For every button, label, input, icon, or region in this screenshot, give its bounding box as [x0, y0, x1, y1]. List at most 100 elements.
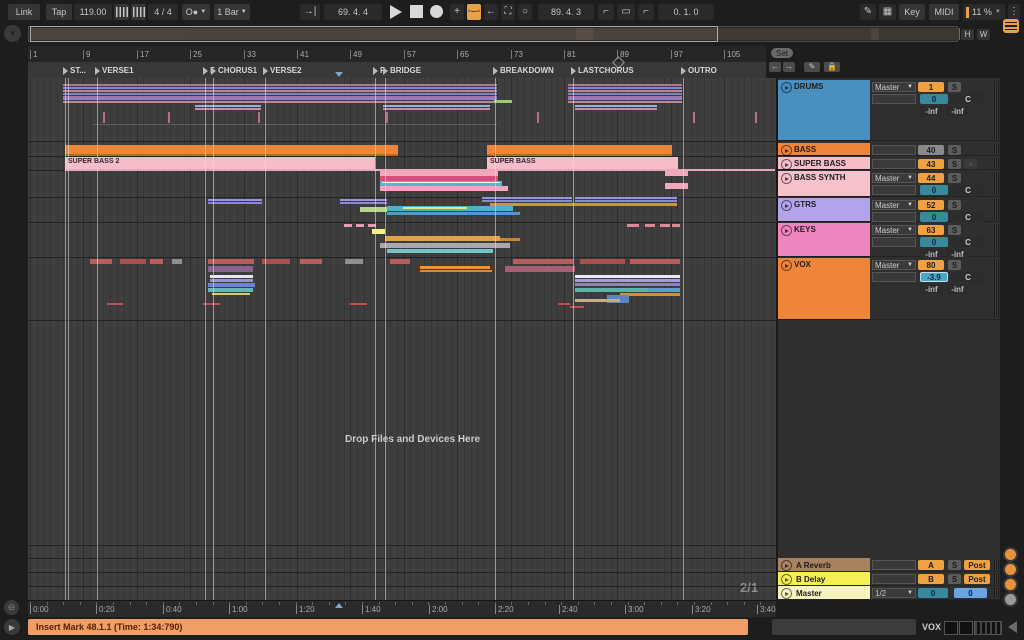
fit-width-button[interactable]: W: [977, 29, 990, 40]
prev-locator-button[interactable]: ←: [769, 62, 781, 72]
arm-button[interactable]: ◦: [964, 159, 977, 169]
time-ruler[interactable]: 0:000:200:401:001:201:402:002:202:403:00…: [28, 600, 776, 617]
clip[interactable]: [208, 202, 262, 204]
beat-time-ruler[interactable]: 191725334149576573818997105: [28, 46, 776, 63]
stop-button[interactable]: [410, 5, 423, 18]
clip[interactable]: [344, 224, 352, 227]
clip[interactable]: [340, 199, 387, 201]
clip[interactable]: [568, 84, 682, 86]
clip[interactable]: [107, 303, 123, 305]
pre-post-toggle[interactable]: Post: [964, 574, 990, 584]
pre-post-toggle[interactable]: Post: [964, 560, 990, 570]
clip[interactable]: [120, 259, 146, 264]
input-routing-empty[interactable]: [872, 212, 916, 222]
clip[interactable]: [63, 93, 497, 95]
track-name-cell[interactable]: A Reverb: [778, 558, 870, 571]
clip[interactable]: [390, 259, 410, 264]
clip[interactable]: [93, 124, 497, 125]
clip[interactable]: [262, 259, 290, 264]
session-record-icon[interactable]: ○: [518, 4, 532, 20]
clip[interactable]: [645, 224, 655, 227]
clip[interactable]: [387, 212, 520, 215]
set-locator-button[interactable]: Set: [771, 48, 793, 58]
nudge-down-icon[interactable]: [114, 4, 129, 20]
track-activator-icon[interactable]: [781, 560, 792, 571]
clip[interactable]: [575, 108, 657, 110]
clip[interactable]: [420, 270, 492, 272]
pan-c-field[interactable]: C: [951, 272, 985, 282]
send-a-field[interactable]: -inf: [920, 284, 943, 294]
capture-midi-icon[interactable]: ⛶: [501, 4, 515, 20]
clip[interactable]: [665, 171, 688, 176]
clip[interactable]: [63, 101, 497, 103]
track-activator-icon[interactable]: [781, 588, 792, 599]
record-button[interactable]: [430, 5, 443, 18]
clip[interactable]: [65, 145, 398, 154]
link-button[interactable]: Link: [8, 4, 40, 20]
clip[interactable]: [340, 202, 387, 204]
clip[interactable]: [168, 112, 170, 123]
locator-flag[interactable]: ST...: [63, 64, 86, 77]
clip[interactable]: [537, 112, 539, 123]
output-routing-select[interactable]: Master▼: [872, 200, 916, 210]
volume-field[interactable]: 44: [918, 173, 944, 183]
clip[interactable]: [575, 275, 680, 278]
pan-c-field[interactable]: C: [951, 185, 985, 195]
clip[interactable]: [575, 283, 680, 286]
clip[interactable]: [575, 288, 650, 292]
clip[interactable]: [63, 84, 497, 86]
pan-field[interactable]: 0: [920, 212, 948, 222]
clip[interactable]: [300, 259, 322, 264]
clip[interactable]: [360, 207, 387, 212]
solo-button[interactable]: S: [948, 225, 961, 235]
time-ruler-gutter-icon[interactable]: ⊖: [4, 600, 19, 615]
clip[interactable]: [420, 266, 490, 269]
pan-field[interactable]: 0: [920, 94, 948, 104]
clip[interactable]: [356, 224, 364, 227]
pan-c-field[interactable]: C: [951, 237, 985, 247]
output-routing-select[interactable]: 1/2▼: [872, 588, 916, 598]
track-name-cell[interactable]: B Delay: [778, 572, 870, 585]
send-b-field[interactable]: -inf: [946, 106, 969, 116]
clip[interactable]: [103, 112, 105, 123]
output-routing-empty[interactable]: [872, 574, 916, 584]
volume-field[interactable]: 63: [918, 225, 944, 235]
clip[interactable]: [63, 98, 497, 100]
play-button[interactable]: [390, 5, 402, 19]
track-name-cell[interactable]: KEYS: [778, 223, 870, 257]
clip[interactable]: [258, 112, 260, 123]
clip[interactable]: [208, 288, 253, 292]
track-activator-icon[interactable]: [781, 260, 792, 271]
output-routing-select[interactable]: Master▼: [872, 225, 916, 235]
clip[interactable]: [568, 101, 682, 103]
nudge-up-icon[interactable]: [131, 4, 146, 20]
reenable-automation-icon[interactable]: ←: [484, 4, 498, 20]
input-routing-empty[interactable]: [872, 94, 916, 104]
loop-length-field[interactable]: 0. 1. 0: [658, 4, 714, 20]
locator-flag[interactable]: OUTRO: [681, 64, 717, 77]
midi-overdub-icon[interactable]: +: [450, 4, 464, 20]
clip[interactable]: [558, 303, 570, 305]
volume-field[interactable]: 40: [918, 145, 944, 155]
locator-flag[interactable]: LASTCHORUS: [571, 64, 634, 77]
clip[interactable]: [568, 98, 682, 100]
overview-viewport[interactable]: [30, 26, 718, 42]
clip[interactable]: [620, 293, 680, 296]
track-name-cell[interactable]: VOX: [778, 258, 870, 320]
clip[interactable]: [630, 259, 680, 264]
output-routing-select[interactable]: Master▼: [872, 260, 916, 270]
clip[interactable]: [208, 266, 253, 272]
output-routing-empty[interactable]: [872, 159, 916, 169]
fit-height-button[interactable]: H: [961, 29, 974, 40]
send-b-field[interactable]: -inf: [946, 284, 969, 294]
clip[interactable]: [345, 259, 363, 264]
clip[interactable]: [568, 87, 682, 89]
send-letter-field[interactable]: A: [918, 560, 944, 570]
clip[interactable]: [693, 112, 695, 123]
clip[interactable]: [210, 279, 253, 282]
clip[interactable]: [380, 186, 508, 191]
pan-c-field[interactable]: C: [951, 94, 985, 104]
tempo-field[interactable]: 119.00: [74, 4, 112, 20]
loop-switch-icon[interactable]: ▭: [617, 4, 635, 20]
next-locator-button[interactable]: →: [783, 62, 795, 72]
